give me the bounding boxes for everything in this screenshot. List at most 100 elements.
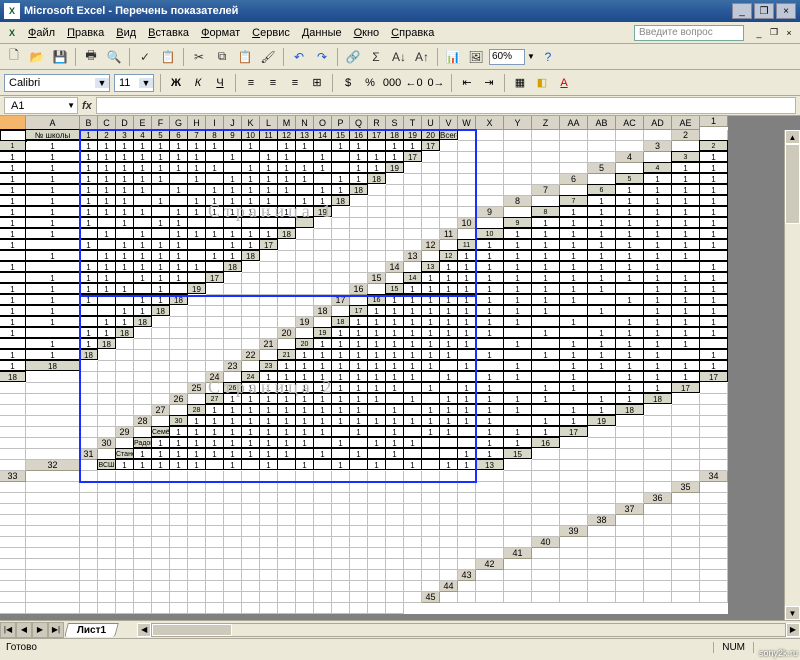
cell[interactable]: 1 [531,261,560,272]
cell[interactable]: 1 [133,151,152,162]
cell[interactable]: 1 [331,140,350,151]
cell[interactable]: 1 [403,459,422,470]
cell[interactable] [314,570,332,581]
column-header[interactable]: C [98,116,116,130]
row-header[interactable]: 43 [458,570,476,581]
cell[interactable]: 1 [385,426,404,437]
cell[interactable] [644,416,672,427]
cell[interactable] [188,339,206,350]
cell[interactable]: 1 [671,250,700,261]
cell[interactable] [588,482,616,493]
cell[interactable] [458,174,476,185]
cell[interactable]: 1 [699,173,728,184]
cell[interactable] [616,130,644,141]
percent-button[interactable]: % [361,74,379,92]
font-size-input[interactable] [115,75,139,91]
menu-Окно[interactable]: Окно [348,25,386,41]
cell[interactable]: 1 [349,415,368,426]
cell[interactable]: 1 [559,382,588,393]
cell[interactable]: 1 [699,184,728,195]
cell[interactable]: 1 [531,415,560,426]
cell[interactable] [242,603,260,614]
cell[interactable] [188,361,206,372]
cell[interactable]: 18 [97,338,116,349]
cell[interactable]: 1 [457,294,476,305]
cell[interactable]: 1 [439,393,458,404]
cell[interactable] [133,217,152,228]
cell[interactable] [134,328,152,339]
cell[interactable] [0,394,26,405]
cell[interactable]: 1 [25,184,80,195]
cell[interactable] [170,361,188,372]
cell[interactable] [133,195,152,206]
cell[interactable] [404,163,422,174]
cell[interactable] [440,185,458,196]
cell[interactable]: 1 [643,327,672,338]
cell[interactable] [134,361,152,372]
cell[interactable]: 1 [25,349,80,360]
cell[interactable]: 1 [169,228,188,239]
cell[interactable] [134,350,152,361]
cell[interactable]: 1 [559,294,588,305]
cell[interactable] [0,383,26,394]
cell[interactable] [700,559,728,570]
cell[interactable] [404,592,422,603]
cell[interactable]: 1 [277,404,296,415]
cell[interactable]: 1 [241,404,260,415]
cell[interactable]: 1 [403,327,422,338]
cell[interactable] [422,207,440,218]
cell[interactable] [422,185,440,196]
cell[interactable]: 1 [615,360,644,371]
cell[interactable]: 16 [367,294,386,305]
cell[interactable]: 1 [643,305,672,316]
cell[interactable]: 1 [313,151,332,162]
cell[interactable] [700,383,728,394]
cell[interactable] [206,493,224,504]
row-header[interactable]: 31 [80,449,98,460]
cell[interactable] [422,515,440,526]
cell[interactable] [588,548,616,559]
cell[interactable]: 1 [133,294,152,305]
cell[interactable]: 11 [457,239,476,250]
cell[interactable]: 1 [295,162,314,173]
row-header[interactable]: 44 [440,581,458,592]
cell[interactable] [0,438,26,449]
cell[interactable]: 1 [169,459,188,470]
cell[interactable] [0,581,26,592]
cell[interactable] [422,559,440,570]
cell[interactable] [224,350,242,361]
cell[interactable]: 1 [133,206,152,217]
cell[interactable]: 1 [385,437,404,448]
cell[interactable] [672,504,700,515]
cell[interactable]: 1 [241,195,260,206]
cell[interactable]: 1 [587,393,616,404]
cell[interactable] [440,482,458,493]
cell[interactable]: 1 [421,305,440,316]
cell[interactable]: 1 [313,338,332,349]
cell[interactable] [206,581,224,592]
cell[interactable]: 1 [79,272,98,283]
tab-next-button[interactable]: ▶ [32,622,48,638]
cell[interactable]: 1 [403,140,422,151]
cell[interactable] [332,273,350,284]
row-header[interactable]: 17 [332,295,350,306]
cell[interactable]: 1 [133,448,152,459]
cell[interactable] [350,229,368,240]
cell[interactable] [368,581,386,592]
cell[interactable]: 1 [295,426,314,437]
cell[interactable] [532,493,560,504]
cell[interactable]: 15 [503,448,532,459]
cell[interactable]: 1 [671,217,700,228]
fill-color-button[interactable]: ◧ [533,74,551,92]
cell[interactable] [259,140,278,151]
cell[interactable]: 1 [615,294,644,305]
cell[interactable] [116,339,134,350]
cell[interactable] [296,537,314,548]
column-header[interactable]: L [260,116,278,130]
cell[interactable] [386,251,404,262]
cell[interactable]: 1 [187,173,206,184]
cell[interactable]: 4 [643,162,672,173]
cell[interactable]: 1 [385,349,404,360]
cell[interactable] [278,548,296,559]
cell[interactable]: 1 [25,272,80,283]
